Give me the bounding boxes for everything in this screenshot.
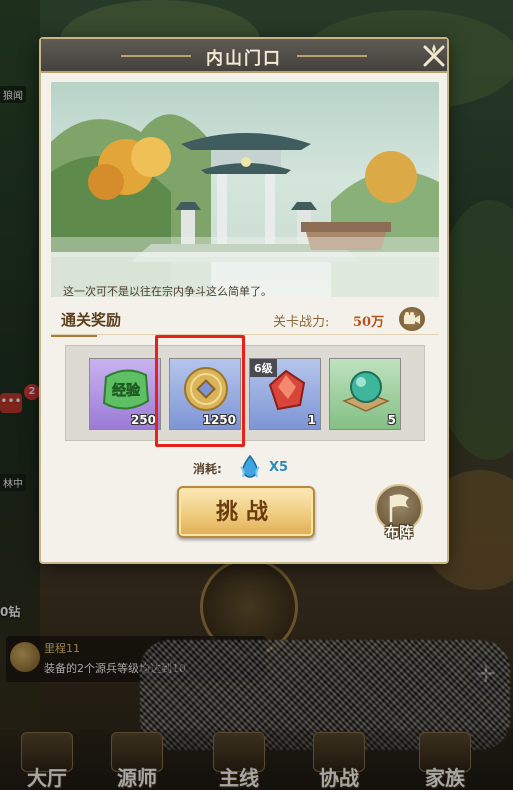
exp-icon: 经验 bbox=[102, 369, 150, 410]
stage-modal: 内山门口 这一次可不是以往在宗内争斗这么简单了。 通关奖励 关卡战力: 50万 … bbox=[39, 37, 449, 564]
green-orb-icon bbox=[342, 371, 390, 412]
reward-count: 250 bbox=[130, 413, 156, 427]
replay-video-button[interactable] bbox=[399, 307, 425, 331]
stamina-drop-icon bbox=[240, 455, 260, 478]
reward-title-underline bbox=[51, 335, 97, 337]
stage-illustration: 这一次可不是以往在宗内争斗这么简单了。 bbox=[51, 82, 439, 297]
stage-power-label: 关卡战力: bbox=[273, 315, 330, 330]
reward-count: 1 bbox=[307, 413, 316, 427]
close-icon bbox=[423, 44, 445, 67]
cost-value: X5 bbox=[269, 460, 289, 475]
reward-list: 经验 250 1 250 6级 1 5 bbox=[65, 345, 425, 441]
coin-highlight-box bbox=[155, 335, 245, 447]
formation-button[interactable]: 布阵 bbox=[373, 484, 425, 542]
svg-text:经验: 经验 bbox=[112, 382, 141, 399]
gem-level-badge: 6级 bbox=[250, 359, 277, 377]
reward-count: 5 bbox=[387, 413, 396, 427]
temple-gate-scene bbox=[51, 114, 439, 297]
close-button[interactable] bbox=[419, 41, 449, 71]
formation-label: 布阵 bbox=[385, 525, 413, 541]
modal-title: 内山门口 bbox=[206, 49, 282, 69]
reward-item-orb[interactable]: 5 bbox=[329, 358, 401, 430]
reward-title: 通关奖励 bbox=[61, 311, 122, 329]
scene-caption: 这一次可不是以往在宗内争斗这么简单了。 bbox=[63, 285, 272, 297]
challenge-label: 挑战 bbox=[215, 499, 276, 525]
reward-item-exp[interactable]: 经验 250 bbox=[89, 358, 161, 430]
cost-label: 消耗: bbox=[193, 462, 222, 476]
video-camera-icon bbox=[404, 312, 420, 324]
reward-item-gem[interactable]: 6级 1 bbox=[249, 358, 321, 430]
stage-power-value: 50万 bbox=[353, 315, 385, 330]
modal-header: 内山门口 bbox=[41, 39, 447, 73]
challenge-button[interactable]: 挑战 bbox=[177, 486, 315, 538]
reward-header: 通关奖励 关卡战力: 50万 bbox=[51, 305, 439, 337]
